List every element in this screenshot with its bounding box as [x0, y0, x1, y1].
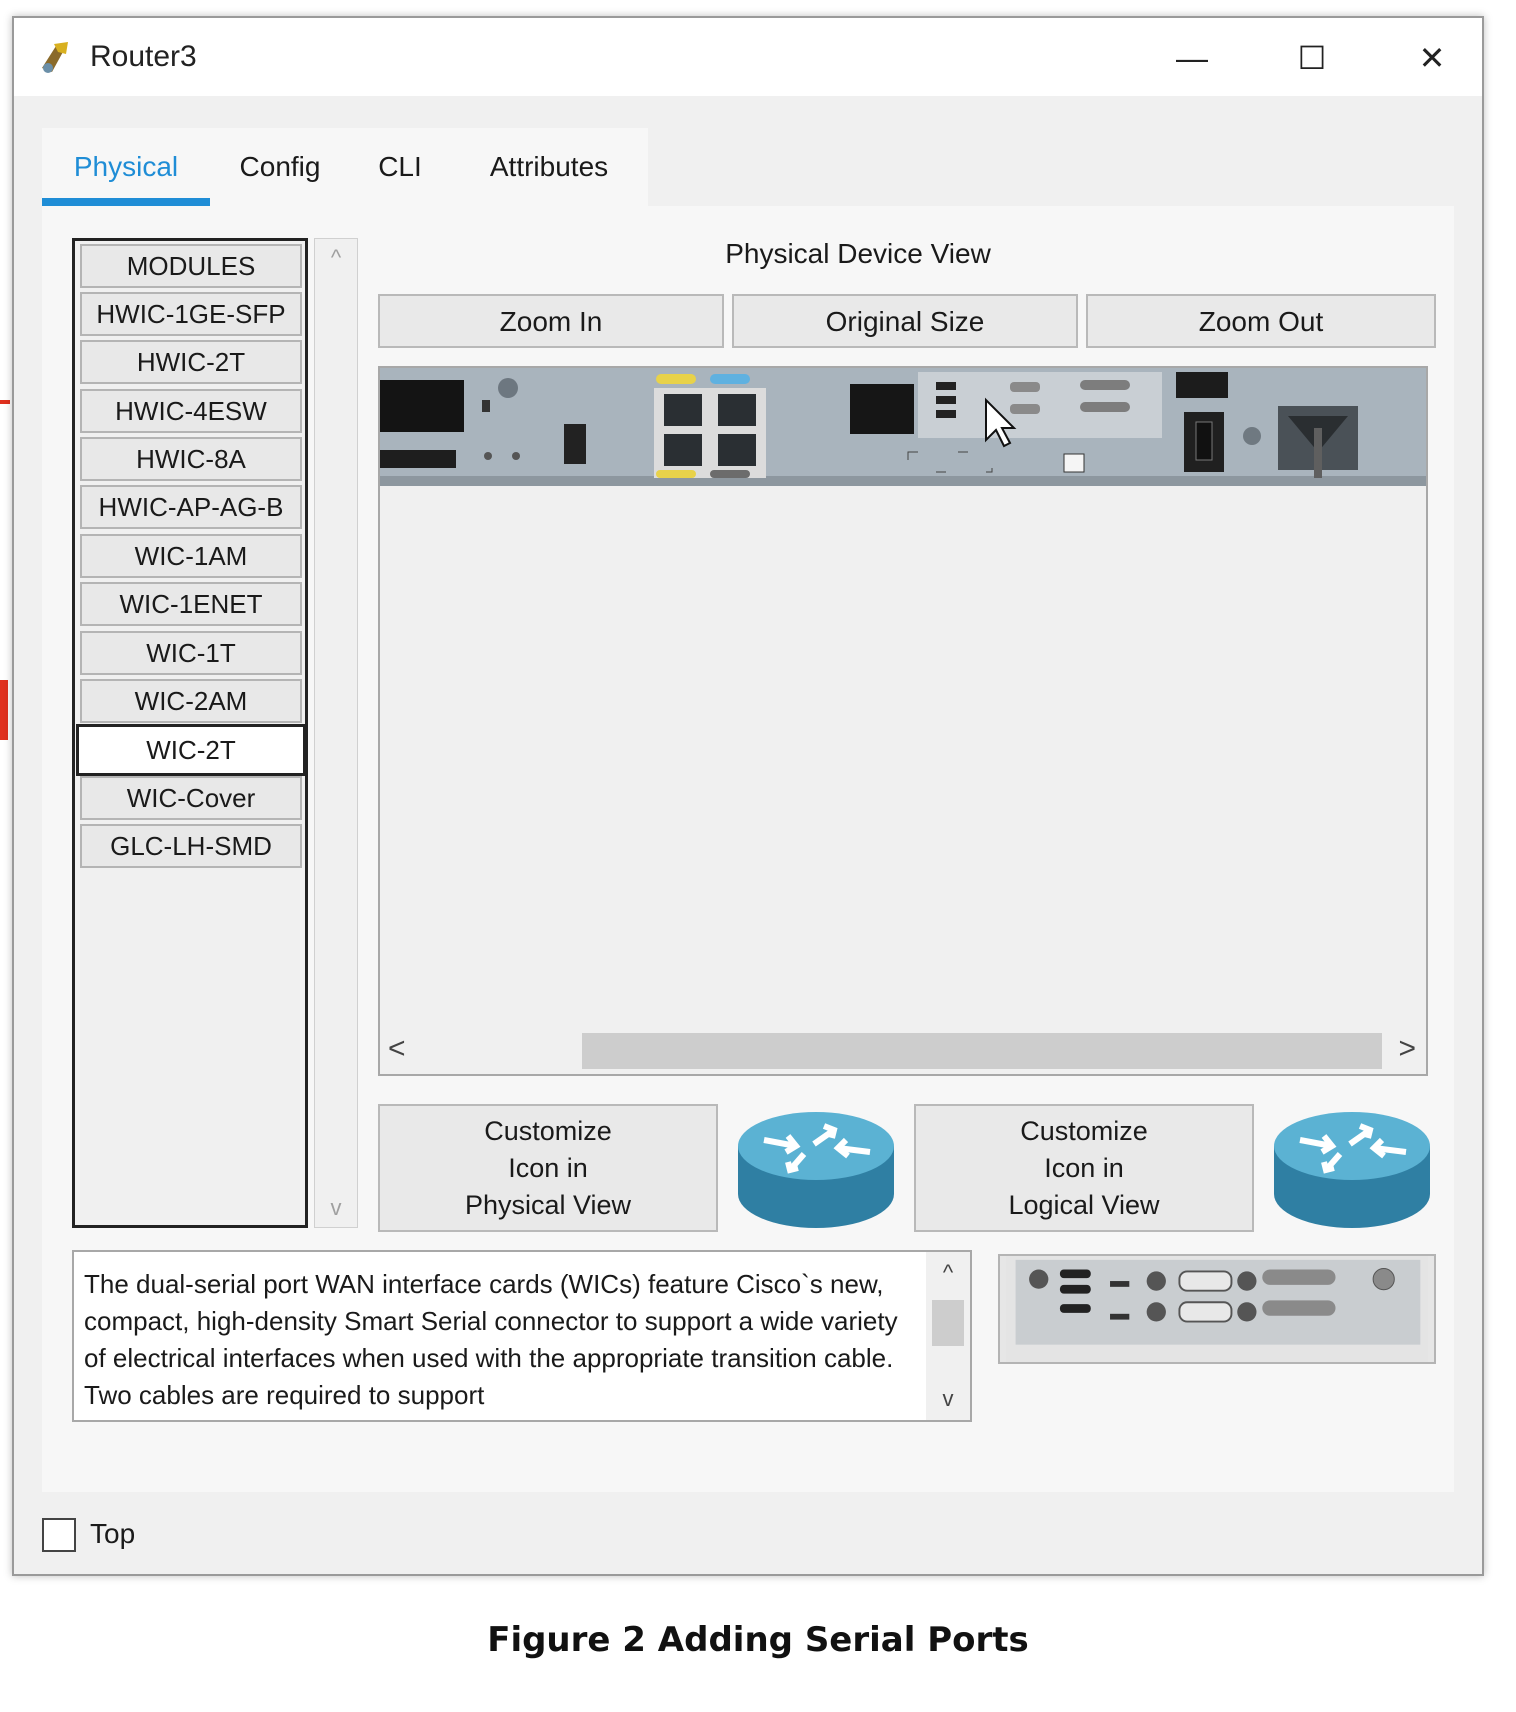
- module-wic-1t[interactable]: WIC-1T: [80, 631, 302, 675]
- wic-2t-module-preview: [998, 1254, 1436, 1364]
- background-diagram-line: [0, 400, 10, 404]
- module-hwic-4esw[interactable]: HWIC-4ESW: [80, 389, 302, 433]
- customize-logical-line-3: Logical View: [1008, 1189, 1160, 1220]
- top-checkbox[interactable]: [42, 1518, 76, 1552]
- maximize-icon[interactable]: ☐: [1264, 30, 1360, 86]
- scroll-down-icon[interactable]: v: [315, 1195, 357, 1221]
- physical-panel: MODULES HWIC-1GE-SFP HWIC-2T HWIC-4ESW H…: [42, 206, 1454, 1492]
- physical-device-view: < >: [378, 366, 1428, 1076]
- customize-physical-icon-button[interactable]: Customize Icon in Physical View: [378, 1104, 718, 1232]
- scroll-right-icon[interactable]: >: [1398, 1032, 1416, 1066]
- tab-attributes[interactable]: Attributes: [450, 128, 648, 206]
- router-front-panel[interactable]: [380, 368, 1426, 486]
- module-hwic-2t[interactable]: HWIC-2T: [80, 340, 302, 384]
- original-size-button[interactable]: Original Size: [732, 294, 1078, 348]
- module-description: The dual-serial port WAN interface cards…: [72, 1250, 972, 1422]
- module-hwic-ap-ag-b[interactable]: HWIC-AP-AG-B: [80, 485, 302, 529]
- zoom-out-button[interactable]: Zoom Out: [1086, 294, 1436, 348]
- module-wic-1am[interactable]: WIC-1AM: [80, 534, 302, 578]
- customize-logical-line-1: Customize: [1020, 1115, 1148, 1146]
- title-bar: Router3 — ☐ ✕: [14, 18, 1482, 96]
- device-view-hscrollbar[interactable]: < >: [380, 1028, 1426, 1074]
- description-scroll-thumb[interactable]: [932, 1300, 964, 1346]
- scroll-up-icon[interactable]: ^: [926, 1260, 970, 1286]
- tab-bar: Physical Config CLI Attributes: [42, 128, 648, 206]
- tab-cli[interactable]: CLI: [350, 128, 450, 206]
- router-app-icon: [42, 42, 68, 73]
- scroll-up-icon[interactable]: ^: [315, 245, 357, 271]
- module-hwic-8a[interactable]: HWIC-8A: [80, 437, 302, 481]
- top-checkbox-label: Top: [90, 1518, 136, 1549]
- module-wic-1enet[interactable]: WIC-1ENET: [80, 582, 302, 626]
- module-hwic-1ge-sfp[interactable]: HWIC-1GE-SFP: [80, 292, 302, 336]
- modules-header: MODULES: [80, 244, 302, 288]
- close-icon[interactable]: ✕: [1384, 30, 1480, 86]
- tab-config[interactable]: Config: [210, 128, 350, 206]
- module-wic-cover[interactable]: WIC-Cover: [80, 776, 302, 820]
- module-description-text: The dual-serial port WAN interface cards…: [84, 1269, 898, 1410]
- scroll-down-icon[interactable]: v: [926, 1386, 970, 1412]
- zoom-in-button[interactable]: Zoom In: [378, 294, 724, 348]
- figure-caption: Figure 2 Adding Serial Ports: [487, 1620, 1029, 1660]
- router-logical-icon: [1274, 1112, 1430, 1228]
- description-scrollbar[interactable]: ^ v: [926, 1252, 970, 1420]
- modules-scrollbar[interactable]: ^ v: [314, 238, 358, 1228]
- customize-physical-line-2: Icon in: [508, 1152, 588, 1183]
- customize-physical-line-3: Physical View: [464, 1189, 632, 1220]
- router-window: Router3 — ☐ ✕ Physical Config CLI Attrib…: [12, 16, 1484, 1576]
- router-physical-icon: [738, 1112, 894, 1228]
- modules-list: MODULES HWIC-1GE-SFP HWIC-2T HWIC-4ESW H…: [72, 238, 308, 1228]
- module-wic-2t[interactable]: WIC-2T: [76, 724, 306, 776]
- customize-logical-line-2: Icon in: [1044, 1152, 1124, 1183]
- customize-physical-line-1: Customize: [484, 1115, 612, 1146]
- scroll-left-icon[interactable]: <: [388, 1032, 406, 1066]
- tab-physical[interactable]: Physical: [42, 128, 210, 206]
- background-diagram-line: [0, 680, 8, 740]
- minimize-icon[interactable]: —: [1144, 30, 1240, 86]
- module-glc-lh-smd[interactable]: GLC-LH-SMD: [80, 824, 302, 868]
- window-title: Router3: [90, 40, 197, 73]
- hscroll-thumb[interactable]: [582, 1033, 1382, 1069]
- customize-logical-icon-button[interactable]: Customize Icon in Logical View: [914, 1104, 1254, 1232]
- physical-device-view-title: Physical Device View: [725, 238, 991, 269]
- module-wic-2am[interactable]: WIC-2AM: [80, 679, 302, 723]
